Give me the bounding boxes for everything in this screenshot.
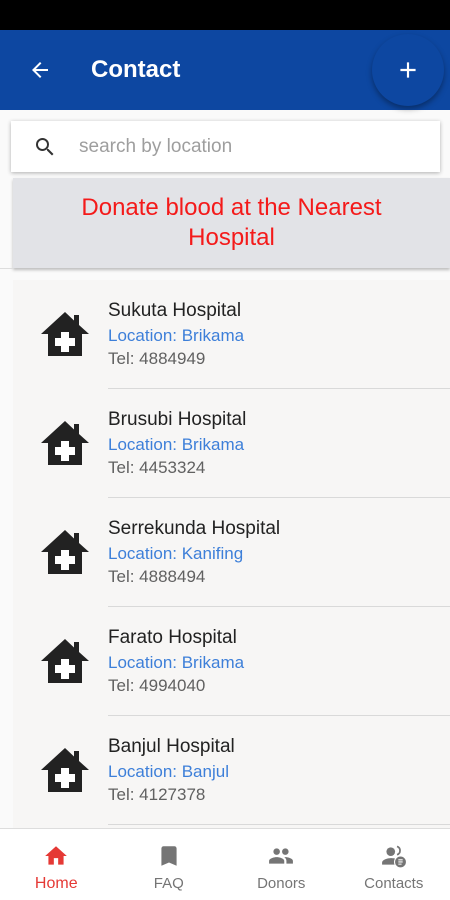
hospital-location: Location: Brikama: [108, 326, 245, 345]
hospital-name: Sukuta Hospital: [108, 300, 242, 321]
hospital-location: Location: Kanifing: [108, 544, 244, 563]
hospital-location: Location: Brikama: [108, 435, 245, 454]
arrow-back-icon: [32, 62, 48, 78]
contacts-icon: [381, 845, 406, 868]
divider: [108, 824, 450, 825]
hospital-location: Location: Brikama: [108, 653, 245, 672]
nav-donors[interactable]: Donors: [225, 829, 338, 900]
hospital-house-icon: [41, 312, 89, 356]
nav-label: Contacts: [364, 875, 424, 892]
status-bar: [0, 0, 450, 30]
search-icon: [36, 138, 54, 156]
hospital-location: Location: Banjul: [108, 762, 229, 781]
hospital-name: Serrekunda Hospital: [108, 518, 281, 539]
bookmark-icon: [161, 846, 177, 866]
people-icon: [269, 848, 294, 864]
nav-label: FAQ: [153, 875, 184, 892]
hospital-phone: Tel: 4888494: [108, 567, 206, 586]
search-input[interactable]: [79, 121, 429, 172]
list-item[interactable]: Serrekunda Hospital Location: Kanifing T…: [13, 498, 450, 607]
hospital-name: Farato Hospital: [108, 627, 237, 648]
hospital-list: Sukuta Hospital Location: Brikama Tel: 4…: [13, 280, 450, 828]
hospital-name: Banjul Hospital: [108, 736, 235, 757]
banner-text: Donate blood at the Nearest Hospital: [81, 194, 382, 251]
app-bar: Contact: [0, 30, 450, 110]
nav-contacts[interactable]: Contacts: [338, 829, 450, 900]
divider: [0, 268, 13, 269]
nav-faq[interactable]: FAQ: [113, 829, 226, 900]
list-item[interactable]: Banjul Hospital Location: Banjul Tel: 41…: [13, 716, 450, 825]
nav-label: Donors: [257, 875, 306, 892]
hospital-house-icon: [41, 748, 89, 792]
list-item[interactable]: Farato Hospital Location: Brikama Tel: 4…: [13, 607, 450, 716]
hospital-name: Brusubi Hospital: [108, 409, 247, 430]
donate-banner: Donate blood at the Nearest Hospital: [13, 178, 450, 268]
hospital-phone: Tel: 4453324: [108, 458, 206, 477]
nav-home[interactable]: Home: [0, 829, 113, 900]
hospital-house-icon: [41, 639, 89, 683]
hospital-phone: Tel: 4884949: [108, 349, 206, 368]
list-item[interactable]: Brusubi Hospital Location: Brikama Tel: …: [13, 389, 450, 498]
hospital-house-icon: [41, 421, 89, 465]
search-bar: [11, 121, 440, 172]
bottom-navigation: Home FAQ Donors Contacts: [0, 828, 450, 900]
back-button[interactable]: [20, 50, 60, 90]
list-item[interactable]: Sukuta Hospital Location: Brikama Tel: 4…: [13, 280, 450, 389]
hospital-phone: Tel: 4127378: [108, 785, 206, 804]
hospital-phone: Tel: 4994040: [108, 676, 206, 695]
add-contact-button[interactable]: [372, 34, 444, 106]
page-title: Contact: [91, 56, 181, 83]
nav-label: Home: [34, 875, 78, 892]
hospital-house-icon: [41, 530, 89, 574]
home-icon: [45, 846, 68, 865]
plus-icon: [400, 62, 416, 78]
